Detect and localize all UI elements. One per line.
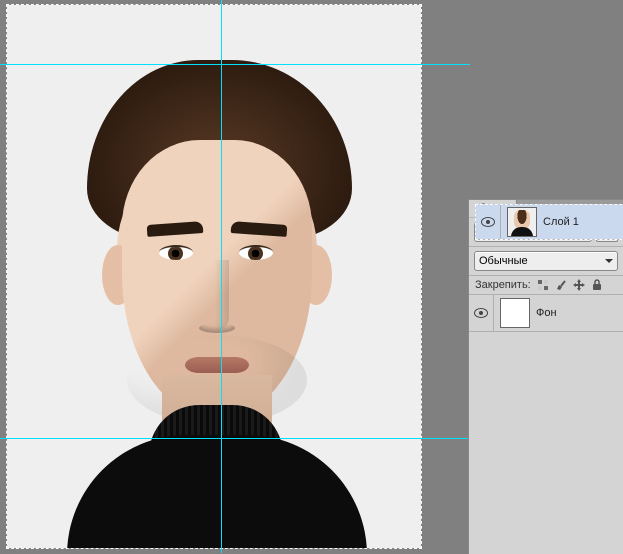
layer-list: Слой 1Фон <box>469 295 623 554</box>
lock-pixels-icon[interactable] <box>537 279 549 291</box>
guide-horizontal-top[interactable] <box>0 64 470 65</box>
editor-workarea: Слои Вид Обычные Закрепить: <box>0 0 623 553</box>
guide-horizontal-bottom[interactable] <box>0 438 470 439</box>
visibility-icon <box>474 308 488 318</box>
layers-panel: Слои Вид Обычные Закрепить: <box>468 199 623 554</box>
lock-label: Закрепить: <box>475 279 531 291</box>
lock-move-icon[interactable] <box>573 279 585 291</box>
lock-brush-icon[interactable] <box>555 279 567 291</box>
guide-vertical[interactable] <box>221 0 222 553</box>
layer-row[interactable]: Фон <box>469 295 623 332</box>
layer-name[interactable]: Фон <box>536 307 557 319</box>
selection-marquee[interactable] <box>6 4 422 549</box>
lock-all-icon[interactable] <box>591 279 603 291</box>
blend-mode-combo[interactable]: Обычные <box>474 251 618 271</box>
blend-mode-row: Обычные <box>469 247 623 276</box>
layer-thumbnail[interactable] <box>500 298 530 328</box>
blend-mode-value: Обычные <box>479 255 528 267</box>
visibility-toggle[interactable] <box>469 295 494 331</box>
lock-row: Закрепить: <box>469 276 623 295</box>
